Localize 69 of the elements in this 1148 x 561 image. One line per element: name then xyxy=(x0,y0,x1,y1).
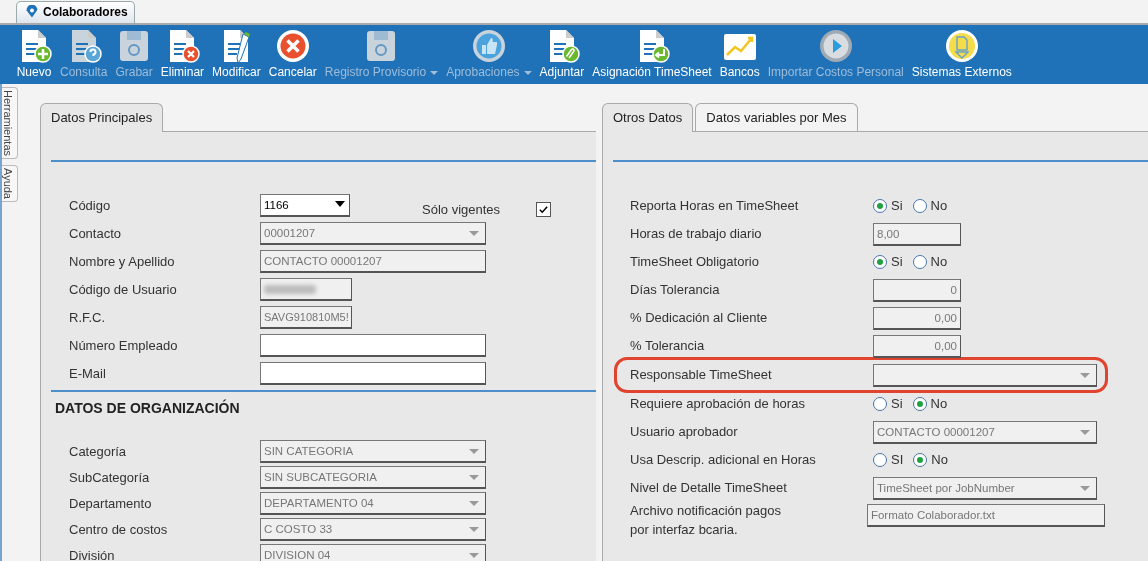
field-label: Reporta Horas en TimeSheet xyxy=(630,197,800,216)
input-field[interactable]: 0,00 xyxy=(873,306,961,330)
field-label: % Tolerancia xyxy=(630,337,706,356)
app-logo-icon xyxy=(25,5,39,19)
section-title: DATOS DE ORGANIZACIÓN xyxy=(55,398,241,418)
field-label: Centro de costos xyxy=(69,520,169,539)
toolbar-button[interactable]: Adjuntar xyxy=(535,25,589,80)
field-label: Código xyxy=(69,196,112,215)
field-label: Horas de trabajo diario xyxy=(630,225,763,244)
checkbox[interactable] xyxy=(536,202,552,217)
toolbar-button[interactable]: Sistemas Externos xyxy=(907,25,1016,80)
input-field[interactable]: 0,00 xyxy=(873,334,961,358)
caret-icon xyxy=(430,70,439,75)
field-label: Departamento xyxy=(69,494,153,513)
field-label: Usa Descrip. adicional en Horas xyxy=(630,451,817,470)
panel-tab[interactable]: Otros Datos xyxy=(602,103,694,132)
thumbs-up-icon xyxy=(470,28,507,64)
field-label: Requiere aprobación de horas xyxy=(630,395,806,414)
radio-button[interactable]: Si xyxy=(873,394,903,414)
panel-tab[interactable]: Datos Principales xyxy=(40,103,164,132)
external-systems-icon xyxy=(943,28,980,64)
field-label: Categoría xyxy=(69,442,128,461)
field-label: Archivo notificación pagos por interfaz bcaria. xyxy=(630,502,783,539)
toolbar-button[interactable]: Eliminar xyxy=(156,25,209,80)
radio-button[interactable]: Si xyxy=(873,252,903,272)
panel-tab[interactable]: Datos variables por Mes xyxy=(695,103,858,131)
toolbar-button[interactable]: Bancos xyxy=(715,25,764,80)
side-tab[interactable]: Herramientas xyxy=(2,87,18,160)
side-tab[interactable]: Ayuda xyxy=(2,165,18,203)
radio-button[interactable]: No xyxy=(912,252,948,272)
input-field[interactable]: Formato Colaborador.txt xyxy=(866,504,1105,527)
radio-button[interactable]: No xyxy=(913,450,948,470)
field-label: Nivel de Detalle TimeSheet xyxy=(630,479,788,498)
dropdown-field[interactable]: TimeSheet por JobNumber xyxy=(873,476,1097,500)
toolbar-button[interactable]: Asignación TimeSheet xyxy=(588,25,716,80)
field-label: E-Mail xyxy=(69,364,107,383)
input-field[interactable] xyxy=(260,362,486,385)
field-label: TimeSheet Obligatorio xyxy=(630,253,760,272)
input-field[interactable]: 8,00 xyxy=(873,222,961,246)
input-field[interactable] xyxy=(260,334,486,357)
toolbar-button[interactable]: Nuevo xyxy=(12,25,56,80)
check-icon xyxy=(538,204,550,215)
field-label: Días Tolerancia xyxy=(630,281,721,300)
window-tab[interactable]: Colaboradores xyxy=(16,1,135,23)
radio-button[interactable]: Si xyxy=(873,196,903,216)
field-label: % Dedicación al Cliente xyxy=(630,309,769,328)
field-label: Número Empleado xyxy=(69,336,179,355)
toolbar-button[interactable]: Modificar xyxy=(208,25,265,80)
radio-button[interactable]: No xyxy=(912,394,948,414)
field-label: Nombre y Apellido xyxy=(69,252,176,271)
radio-button[interactable]: SI xyxy=(873,450,904,470)
field-label: Código de Usuario xyxy=(69,280,178,299)
dropdown-field[interactable]: 1166 xyxy=(260,194,350,217)
toolbar-button[interactable]: Cancelar xyxy=(264,25,321,80)
blurred-value xyxy=(264,285,316,294)
field-label: SubCategoría xyxy=(69,468,151,487)
field-label: Contacto xyxy=(69,224,123,243)
field-label: Responsable TimeSheet xyxy=(630,366,773,385)
play-icon xyxy=(817,28,854,64)
caret-icon xyxy=(523,70,532,75)
radio-button[interactable]: No xyxy=(912,196,948,216)
field-label: R.F.C. xyxy=(69,308,107,327)
dropdown-field[interactable] xyxy=(873,363,1097,387)
cancel-icon xyxy=(274,28,311,64)
dropdown-field[interactable]: CONTACTO 00001207 xyxy=(873,420,1097,444)
checkbox-label: Sólo vigentes xyxy=(422,200,501,219)
field-label: División xyxy=(69,546,116,561)
field-label: Usuario aprobador xyxy=(630,423,739,442)
input-field[interactable]: 0 xyxy=(873,278,961,302)
